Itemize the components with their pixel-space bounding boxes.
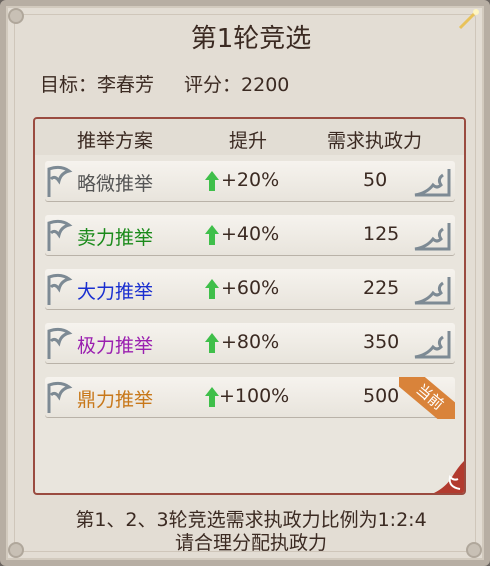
plan-name: 鼎力推举 <box>77 389 154 411</box>
table-row[interactable]: 极力推举 +80% 350 <box>45 323 455 363</box>
round-title: 第1轮竞选 <box>190 24 312 54</box>
score-value: 2200 <box>241 74 290 96</box>
plan-name: 略微推举 <box>77 173 154 195</box>
ornament-icon <box>434 461 464 493</box>
header-plan: 推举方案 <box>77 130 154 152</box>
up-arrow-icon <box>205 279 219 299</box>
current-badge-label: 当前 <box>399 377 455 419</box>
target-info: 目标：李春芳 评分：2200 <box>40 70 289 97</box>
table-header: 推举方案 提升 需求执政力 <box>35 119 464 155</box>
cost-value: 500 <box>363 385 400 407</box>
up-arrow-icon <box>205 333 219 353</box>
cloud-swirl-icon <box>47 219 73 251</box>
cloud-swirl-icon <box>47 327 73 359</box>
target-label: 目标： <box>40 74 98 96</box>
header-cost: 需求执政力 <box>327 130 423 152</box>
cloud-swirl-icon <box>47 273 73 305</box>
up-arrow-icon <box>205 225 219 245</box>
cloud-swirl-icon <box>47 165 73 197</box>
boost-value: +40% <box>221 223 280 245</box>
header-boost: 提升 <box>229 130 268 152</box>
boost-value: +20% <box>221 169 280 191</box>
table-row[interactable]: 鼎力推举 +100% 500 当前 <box>45 377 455 419</box>
score-label: 评分： <box>184 74 242 96</box>
table-row[interactable]: 卖力推举 +40% 125 <box>45 215 455 255</box>
plan-name: 极力推举 <box>77 335 154 357</box>
boost-value: +100% <box>219 385 290 407</box>
up-arrow-icon <box>205 171 219 191</box>
up-arrow-icon <box>205 387 219 407</box>
cloud-swirl-icon <box>414 169 451 197</box>
current-badge: 当前 <box>399 377 455 419</box>
cost-value: 225 <box>363 277 400 299</box>
table-row[interactable]: 大力推举 +60% 225 <box>45 269 455 309</box>
table-row[interactable]: 略微推举 +20% 50 <box>45 161 455 201</box>
cost-value: 50 <box>363 169 388 191</box>
allocate-hint: 请合理分配执政力 <box>174 532 327 554</box>
election-panel: 第1轮竞选 目标：李春芳 评分：2200 推举方案 提升 需求执政力 略微推举 +2… <box>0 0 490 566</box>
boost-value: +80% <box>221 331 280 353</box>
cloud-swirl-icon <box>414 277 451 305</box>
plan-name: 大力推举 <box>77 281 154 303</box>
boost-value: +60% <box>221 277 280 299</box>
cloud-swirl-icon <box>47 381 73 413</box>
target-name: 李春芳 <box>97 74 155 96</box>
recommend-table: 推举方案 提升 需求执政力 略微推举 +20% 50 卖力推举 +40% 125 大力推举 +… <box>33 117 466 495</box>
cloud-swirl-icon <box>414 223 451 251</box>
cloud-swirl-icon <box>414 331 451 359</box>
cost-value: 125 <box>363 223 400 245</box>
cost-value: 350 <box>363 331 400 353</box>
plan-name: 卖力推举 <box>77 227 154 249</box>
